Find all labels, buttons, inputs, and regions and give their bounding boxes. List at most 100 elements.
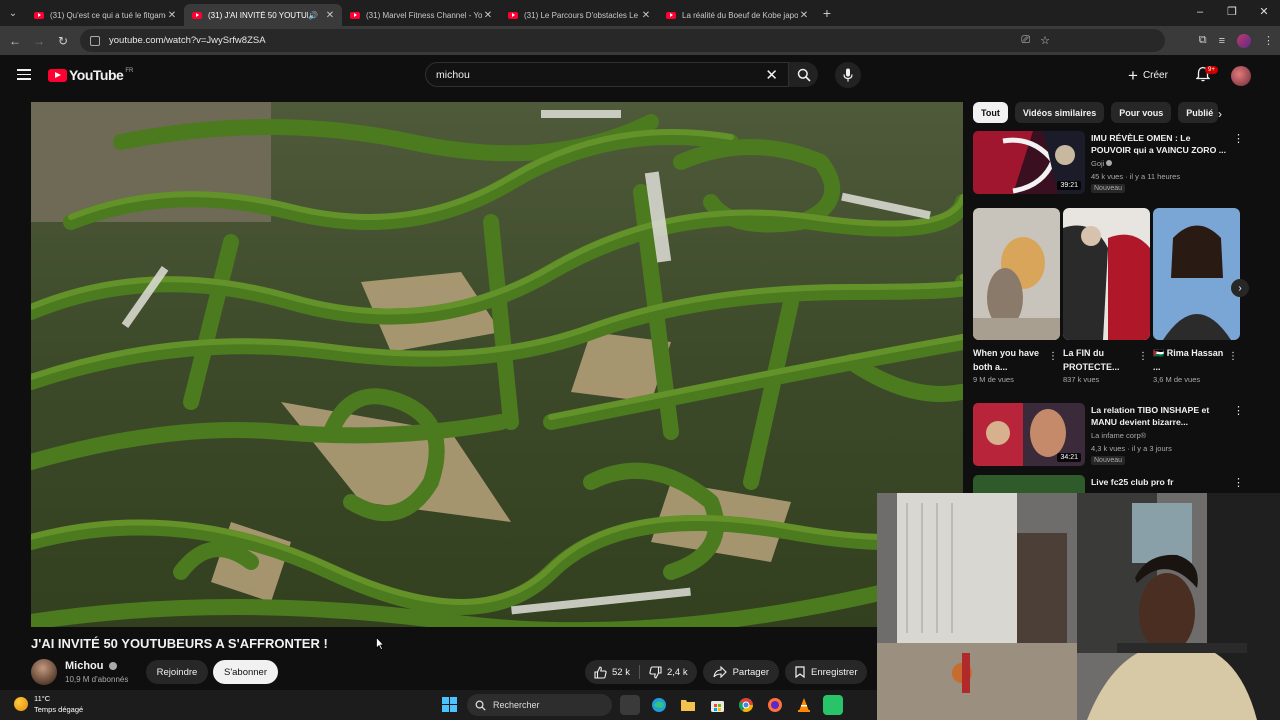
- chip-related[interactable]: Vidéos similaires: [1014, 102, 1105, 123]
- browser-tab[interactable]: (31) Marvel Fitness Channel - YouTube ✕: [342, 4, 500, 26]
- task-view-icon[interactable]: [620, 695, 640, 715]
- cast-icon[interactable]: ⎚: [1021, 34, 1030, 47]
- media-icon[interactable]: ≡: [1219, 35, 1225, 47]
- channel-avatar[interactable]: [31, 659, 57, 685]
- windows-start-icon[interactable]: [442, 697, 457, 712]
- maximize-icon[interactable]: ❐: [1216, 0, 1248, 26]
- more-options-icon[interactable]: ⋮: [1233, 132, 1244, 145]
- video-thumbnail[interactable]: 34:21: [973, 403, 1085, 466]
- taskbar-search-input[interactable]: Rechercher: [467, 694, 612, 716]
- short-item[interactable]: 🇵🇸 Rima Hassan ... 3,6 M de vues ⋮: [1153, 208, 1240, 384]
- bookmark-star-icon[interactable]: ☆: [1040, 34, 1050, 47]
- browser-tab[interactable]: (31) Le Parcours D'obstacles Le ✕: [500, 4, 658, 26]
- subscribe-button[interactable]: S'abonner: [213, 660, 278, 684]
- browser-tab[interactable]: La réalité du Boeuf de Kobe japonais ✕: [658, 4, 816, 26]
- youtube-play-icon: [48, 68, 67, 82]
- channel-name-row[interactable]: Michou: [65, 660, 117, 672]
- search-query: michou: [436, 69, 470, 81]
- close-icon[interactable]: ✕: [798, 10, 810, 21]
- browser-tab[interactable]: (31) Qu'est ce qui a tué le fitgames ✕: [26, 4, 184, 26]
- webcam-overlay: [877, 493, 1280, 720]
- browser-menu-icon[interactable]: ⋮: [1263, 34, 1274, 47]
- minimize-icon[interactable]: –: [1184, 0, 1216, 26]
- search-input[interactable]: michou ✕: [425, 62, 789, 87]
- profile-avatar-icon[interactable]: [1237, 33, 1251, 48]
- short-thumbnail[interactable]: [1063, 208, 1150, 340]
- more-options-icon[interactable]: ⋮: [1048, 351, 1058, 362]
- youtube-favicon-icon: [34, 11, 44, 19]
- short-item[interactable]: When you have both a... 9 M de vues ⋮: [973, 208, 1060, 384]
- tab-search-icon[interactable]: ⌄: [0, 0, 26, 26]
- close-icon[interactable]: ✕: [640, 10, 652, 21]
- firefox-icon[interactable]: [765, 695, 785, 715]
- file-explorer-icon[interactable]: [678, 695, 698, 715]
- taskbar-app-icons: [620, 695, 843, 715]
- clear-search-icon[interactable]: ✕: [765, 66, 778, 84]
- app-launcher-icon[interactable]: [823, 695, 843, 715]
- create-button[interactable]: + Créer: [1128, 64, 1168, 86]
- close-icon[interactable]: ✕: [482, 10, 494, 21]
- tab-title: (31) Marvel Fitness Channel - YouTube: [366, 10, 482, 20]
- dislike-button[interactable]: 2,4 k: [640, 660, 697, 684]
- close-icon[interactable]: ✕: [324, 10, 336, 21]
- more-options-icon[interactable]: ⋮: [1233, 476, 1244, 489]
- close-window-icon[interactable]: ✕: [1248, 0, 1280, 26]
- rec-title[interactable]: La relation TIBO INSHAPE et MANU devient…: [1091, 404, 1231, 428]
- shorts-next-chevron-icon[interactable]: ›: [1231, 279, 1249, 297]
- browser-tab-active[interactable]: (31) J'AI INVITÉ 50 YOUTUBEURS 🔊 ✕: [184, 4, 342, 26]
- url-field[interactable]: youtube.com/watch?v=JwySrfw8ZSA ⎚ ☆: [80, 29, 1165, 52]
- join-button[interactable]: Rejoindre: [146, 660, 208, 684]
- thumbnail-manga-art: [1063, 208, 1150, 340]
- forward-arrow-icon[interactable]: →: [27, 34, 51, 48]
- voice-search-button[interactable]: [835, 62, 861, 88]
- new-badge: Nouveau: [1091, 184, 1126, 193]
- more-options-icon[interactable]: ⋮: [1138, 351, 1148, 362]
- rec-title[interactable]: Live fc25 club pro fr: [1091, 476, 1231, 488]
- search-button[interactable]: [789, 62, 818, 87]
- reload-icon[interactable]: ↻: [51, 34, 75, 48]
- chip-all[interactable]: Tout: [973, 102, 1008, 123]
- back-arrow-icon[interactable]: ←: [3, 34, 27, 48]
- recommendation-item[interactable]: 39:21 IMU RÉVÈLE OMEN : Le POUVOIR qui a…: [973, 131, 1273, 195]
- like-dislike-group: 52 k 2,4 k: [585, 660, 697, 684]
- edge-browser-icon[interactable]: [649, 695, 669, 715]
- recommendation-item[interactable]: 34:21 La relation TIBO INSHAPE et MANU d…: [973, 403, 1273, 467]
- more-options-icon[interactable]: ⋮: [1228, 351, 1238, 362]
- shorts-shelf: When you have both a... 9 M de vues ⋮ La…: [973, 208, 1248, 393]
- chip-published[interactable]: Publié: [1178, 102, 1219, 123]
- youtube-favicon-icon: [508, 11, 518, 19]
- chrome-icon[interactable]: [736, 695, 756, 715]
- rec-channel[interactable]: Goji: [1091, 159, 1113, 168]
- weather-widget[interactable]: 11°C Temps dégagé: [14, 693, 83, 715]
- youtube-logo[interactable]: YouTube FR: [48, 67, 133, 83]
- recommendation-item[interactable]: Live fc25 club pro fr ⋮: [973, 475, 1273, 493]
- like-button[interactable]: 52 k: [585, 660, 639, 684]
- extensions-icon[interactable]: ⧉: [1199, 34, 1207, 47]
- youtube-favicon-icon: [350, 11, 360, 19]
- short-thumbnail[interactable]: [973, 208, 1060, 340]
- video-thumbnail[interactable]: 39:21: [973, 131, 1085, 194]
- short-item[interactable]: La FIN du PROTECTE... 837 k vues ⋮: [1063, 208, 1150, 384]
- new-tab-button[interactable]: +: [816, 5, 838, 21]
- menu-icon[interactable]: [17, 69, 31, 80]
- video-actions: 52 k 2,4 k Partager Enregistrer: [585, 660, 868, 684]
- rec-channel[interactable]: La infame corp®: [1091, 431, 1146, 440]
- close-icon[interactable]: ✕: [166, 10, 178, 21]
- vlc-icon[interactable]: [794, 695, 814, 715]
- video-thumbnail[interactable]: [973, 475, 1085, 493]
- share-label: Partager: [732, 666, 770, 678]
- account-avatar[interactable]: [1231, 66, 1251, 86]
- share-button[interactable]: Partager: [702, 660, 780, 684]
- site-info-icon[interactable]: [90, 35, 100, 46]
- more-options-icon[interactable]: ⋮: [1233, 404, 1244, 417]
- like-count: 52 k: [612, 666, 630, 678]
- chip-for-you[interactable]: Pour vous: [1111, 102, 1172, 123]
- video-player[interactable]: [31, 102, 963, 627]
- speaker-icon[interactable]: 🔊: [308, 11, 318, 20]
- rec-title[interactable]: IMU RÉVÈLE OMEN : Le POUVOIR qui a VAINC…: [1091, 132, 1231, 156]
- microsoft-store-icon[interactable]: [707, 695, 727, 715]
- short-thumbnail[interactable]: [1153, 208, 1240, 340]
- save-button[interactable]: Enregistrer: [785, 660, 868, 684]
- mouse-cursor-icon: [376, 637, 384, 650]
- chevron-right-icon[interactable]: ›: [1218, 107, 1222, 121]
